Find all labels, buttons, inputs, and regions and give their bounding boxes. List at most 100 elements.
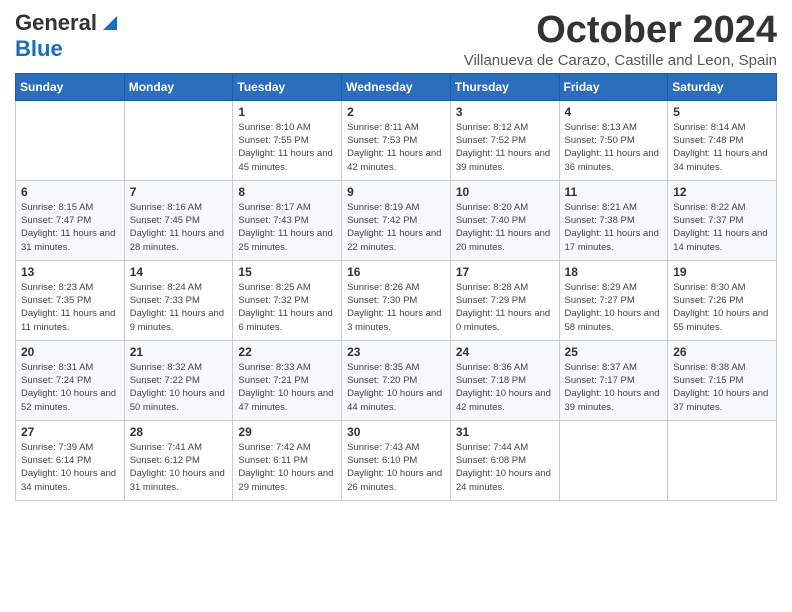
day-number: 6 — [21, 185, 119, 199]
calendar-cell: 26 Sunrise: 8:38 AM Sunset: 7:15 PM Dayli… — [668, 340, 777, 420]
weekday-header-wednesday: Wednesday — [342, 73, 451, 100]
day-number: 25 — [565, 345, 663, 359]
day-number: 1 — [238, 105, 336, 119]
day-number: 19 — [673, 265, 771, 279]
weekday-header-friday: Friday — [559, 73, 668, 100]
calendar-cell: 7 Sunrise: 8:16 AM Sunset: 7:45 PM Daylig… — [124, 180, 233, 260]
day-info: Sunrise: 8:33 AM Sunset: 7:21 PM Dayligh… — [238, 361, 336, 414]
day-number: 30 — [347, 425, 445, 439]
day-number: 4 — [565, 105, 663, 119]
calendar-cell: 1 Sunrise: 8:10 AM Sunset: 7:55 PM Daylig… — [233, 100, 342, 180]
day-info: Sunrise: 7:41 AM Sunset: 6:12 PM Dayligh… — [130, 441, 228, 494]
weekday-header-saturday: Saturday — [668, 73, 777, 100]
calendar-cell: 18Sunrise: 8:29 AM Sunset: 7:27 PM Dayli… — [559, 260, 668, 340]
calendar-week-row: 1 Sunrise: 8:10 AM Sunset: 7:55 PM Daylig… — [16, 100, 777, 180]
calendar-cell: 9Sunrise: 8:19 AM Sunset: 7:42 PM Daylig… — [342, 180, 451, 260]
day-info: Sunrise: 8:12 AM Sunset: 7:52 PM Dayligh… — [456, 121, 554, 174]
day-info: Sunrise: 8:16 AM Sunset: 7:45 PM Dayligh… — [130, 201, 228, 254]
day-info: Sunrise: 8:11 AM Sunset: 7:53 PM Dayligh… — [347, 121, 445, 174]
day-number: 26 — [673, 345, 771, 359]
day-info: Sunrise: 8:15 AM Sunset: 7:47 PM Dayligh… — [21, 201, 119, 254]
calendar-cell — [668, 420, 777, 500]
day-number: 29 — [238, 425, 336, 439]
calendar-cell: 3Sunrise: 8:12 AM Sunset: 7:52 PM Daylig… — [450, 100, 559, 180]
day-number: 15 — [238, 265, 336, 279]
title-area: October 2024 Villanueva de Carazo, Casti… — [464, 10, 777, 69]
calendar-cell: 20 Sunrise: 8:31 AM Sunset: 7:24 PM Dayli… — [16, 340, 125, 420]
calendar-cell: 24 Sunrise: 8:36 AM Sunset: 7:18 PM Dayli… — [450, 340, 559, 420]
day-number: 27 — [21, 425, 119, 439]
calendar-cell: 16Sunrise: 8:26 AM Sunset: 7:30 PM Dayli… — [342, 260, 451, 340]
day-info: Sunrise: 8:36 AM Sunset: 7:18 PM Dayligh… — [456, 361, 554, 414]
calendar-cell: 19 Sunrise: 8:30 AM Sunset: 7:26 PM Dayli… — [668, 260, 777, 340]
calendar-table: SundayMondayTuesdayWednesdayThursdayFrid… — [15, 73, 777, 501]
day-number: 8 — [238, 185, 336, 199]
weekday-header-sunday: Sunday — [16, 73, 125, 100]
day-info: Sunrise: 8:26 AM Sunset: 7:30 PM Dayligh… — [347, 281, 445, 334]
logo-triangle-icon — [99, 12, 117, 30]
day-number: 21 — [130, 345, 228, 359]
logo-general: General — [15, 10, 97, 36]
day-number: 5 — [673, 105, 771, 119]
day-info: Sunrise: 7:43 AM Sunset: 6:10 PM Dayligh… — [347, 441, 445, 494]
calendar-cell: 23 Sunrise: 8:35 AM Sunset: 7:20 PM Dayli… — [342, 340, 451, 420]
calendar-cell: 28Sunrise: 7:41 AM Sunset: 6:12 PM Dayli… — [124, 420, 233, 500]
day-info: Sunrise: 8:13 AM Sunset: 7:50 PM Dayligh… — [565, 121, 663, 174]
location-subtitle: Villanueva de Carazo, Castille and Leon,… — [464, 52, 777, 69]
day-info: Sunrise: 7:42 AM Sunset: 6:11 PM Dayligh… — [238, 441, 336, 494]
day-number: 23 — [347, 345, 445, 359]
calendar-cell: 12 Sunrise: 8:22 AM Sunset: 7:37 PM Dayli… — [668, 180, 777, 260]
calendar-cell: 17 Sunrise: 8:28 AM Sunset: 7:29 PM Dayli… — [450, 260, 559, 340]
day-info: Sunrise: 8:32 AM Sunset: 7:22 PM Dayligh… — [130, 361, 228, 414]
calendar-cell: 27 Sunrise: 7:39 AM Sunset: 6:14 PM Dayli… — [16, 420, 125, 500]
page-header: General Blue October 2024 Villanueva de … — [15, 10, 777, 69]
day-info: Sunrise: 8:38 AM Sunset: 7:15 PM Dayligh… — [673, 361, 771, 414]
day-info: Sunrise: 8:35 AM Sunset: 7:20 PM Dayligh… — [347, 361, 445, 414]
day-info: Sunrise: 8:28 AM Sunset: 7:29 PM Dayligh… — [456, 281, 554, 334]
day-info: Sunrise: 8:10 AM Sunset: 7:55 PM Dayligh… — [238, 121, 336, 174]
calendar-week-row: 27 Sunrise: 7:39 AM Sunset: 6:14 PM Dayli… — [16, 420, 777, 500]
calendar-cell: 6 Sunrise: 8:15 AM Sunset: 7:47 PM Daylig… — [16, 180, 125, 260]
weekday-header-thursday: Thursday — [450, 73, 559, 100]
day-number: 17 — [456, 265, 554, 279]
calendar-cell: 25 Sunrise: 8:37 AM Sunset: 7:17 PM Dayli… — [559, 340, 668, 420]
calendar-cell: 30 Sunrise: 7:43 AM Sunset: 6:10 PM Dayli… — [342, 420, 451, 500]
day-info: Sunrise: 8:25 AM Sunset: 7:32 PM Dayligh… — [238, 281, 336, 334]
weekday-header-tuesday: Tuesday — [233, 73, 342, 100]
day-number: 7 — [130, 185, 228, 199]
day-number: 13 — [21, 265, 119, 279]
calendar-cell: 11Sunrise: 8:21 AM Sunset: 7:38 PM Dayli… — [559, 180, 668, 260]
day-info: Sunrise: 7:44 AM Sunset: 6:08 PM Dayligh… — [456, 441, 554, 494]
day-info: Sunrise: 8:31 AM Sunset: 7:24 PM Dayligh… — [21, 361, 119, 414]
day-info: Sunrise: 8:20 AM Sunset: 7:40 PM Dayligh… — [456, 201, 554, 254]
calendar-week-row: 13Sunrise: 8:23 AM Sunset: 7:35 PM Dayli… — [16, 260, 777, 340]
calendar-cell — [16, 100, 125, 180]
day-number: 24 — [456, 345, 554, 359]
calendar-cell: 29 Sunrise: 7:42 AM Sunset: 6:11 PM Dayli… — [233, 420, 342, 500]
day-info: Sunrise: 8:30 AM Sunset: 7:26 PM Dayligh… — [673, 281, 771, 334]
calendar-cell: 15 Sunrise: 8:25 AM Sunset: 7:32 PM Dayli… — [233, 260, 342, 340]
day-info: Sunrise: 8:37 AM Sunset: 7:17 PM Dayligh… — [565, 361, 663, 414]
calendar-cell: 14 Sunrise: 8:24 AM Sunset: 7:33 PM Dayli… — [124, 260, 233, 340]
day-number: 20 — [21, 345, 119, 359]
day-info: Sunrise: 8:24 AM Sunset: 7:33 PM Dayligh… — [130, 281, 228, 334]
day-info: Sunrise: 8:22 AM Sunset: 7:37 PM Dayligh… — [673, 201, 771, 254]
day-number: 9 — [347, 185, 445, 199]
day-info: Sunrise: 7:39 AM Sunset: 6:14 PM Dayligh… — [21, 441, 119, 494]
day-number: 14 — [130, 265, 228, 279]
day-number: 18 — [565, 265, 663, 279]
day-info: Sunrise: 8:21 AM Sunset: 7:38 PM Dayligh… — [565, 201, 663, 254]
weekday-header-row: SundayMondayTuesdayWednesdayThursdayFrid… — [16, 73, 777, 100]
calendar-cell — [559, 420, 668, 500]
day-number: 2 — [347, 105, 445, 119]
calendar-cell: 8Sunrise: 8:17 AM Sunset: 7:43 PM Daylig… — [233, 180, 342, 260]
day-number: 12 — [673, 185, 771, 199]
calendar-cell: 4 Sunrise: 8:13 AM Sunset: 7:50 PM Daylig… — [559, 100, 668, 180]
calendar-cell: 21 Sunrise: 8:32 AM Sunset: 7:22 PM Dayli… — [124, 340, 233, 420]
day-info: Sunrise: 8:14 AM Sunset: 7:48 PM Dayligh… — [673, 121, 771, 174]
day-number: 10 — [456, 185, 554, 199]
calendar-cell: 22Sunrise: 8:33 AM Sunset: 7:21 PM Dayli… — [233, 340, 342, 420]
calendar-cell: 2 Sunrise: 8:11 AM Sunset: 7:53 PM Daylig… — [342, 100, 451, 180]
day-number: 31 — [456, 425, 554, 439]
calendar-cell: 13Sunrise: 8:23 AM Sunset: 7:35 PM Dayli… — [16, 260, 125, 340]
